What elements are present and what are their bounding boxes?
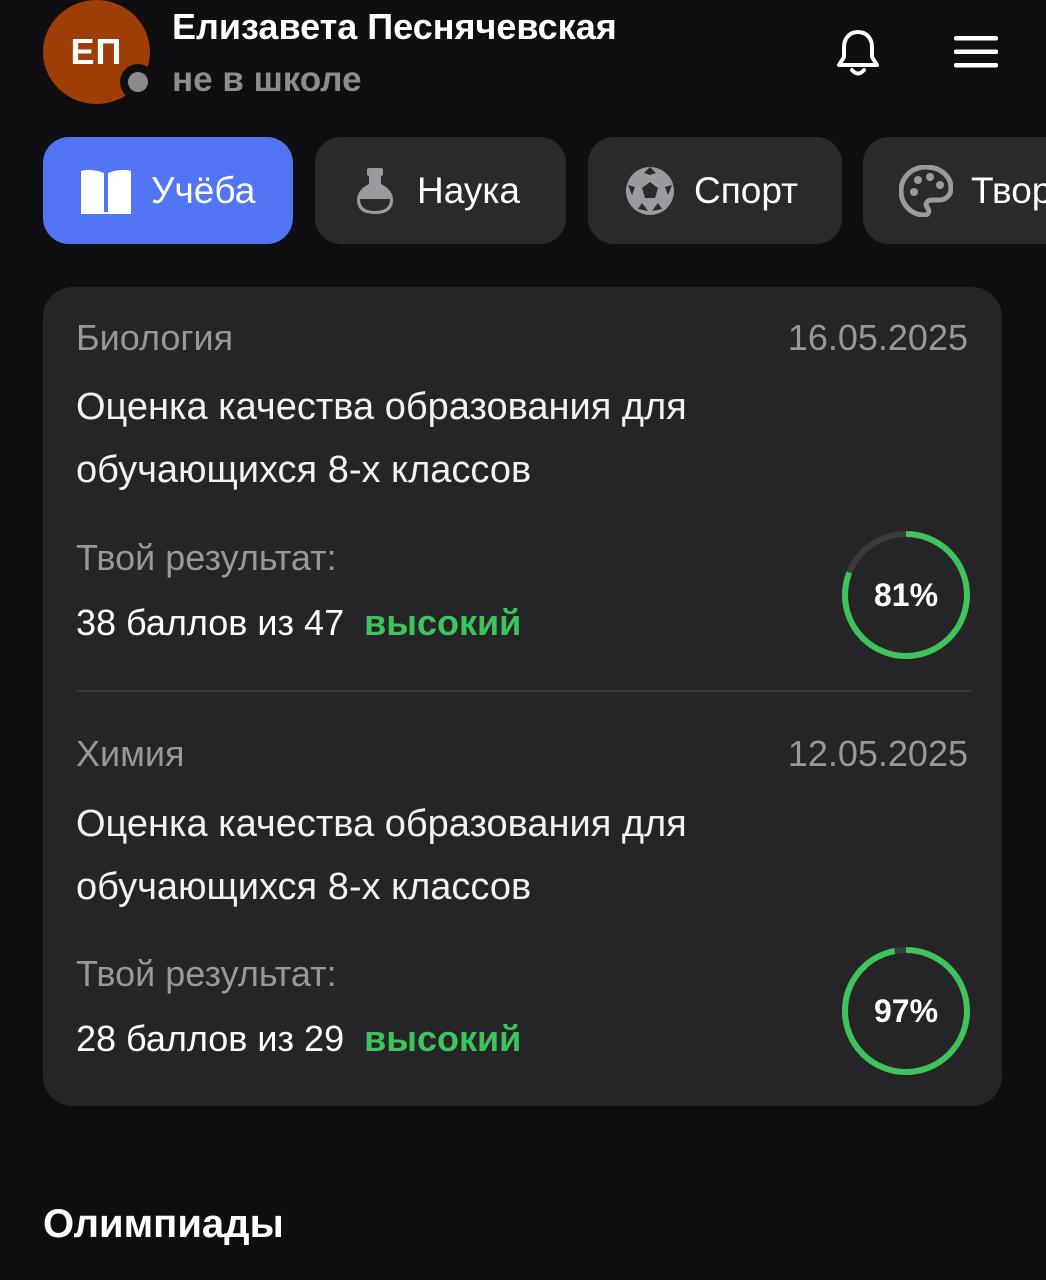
book-icon bbox=[81, 169, 131, 214]
progress-percent: 97% bbox=[873, 992, 939, 1029]
result-label: Твой результат: bbox=[76, 953, 337, 994]
result-label: Твой результат: bbox=[76, 537, 337, 578]
tab-study[interactable]: Учёба bbox=[43, 137, 293, 244]
score-value: 28 баллов из 29 bbox=[76, 1018, 345, 1059]
tab-label: Твор bbox=[971, 169, 1046, 211]
result-title: Оценка качества образования для обучающи… bbox=[76, 803, 687, 908]
subject-name: Химия bbox=[76, 733, 185, 774]
divider bbox=[76, 690, 972, 692]
results-card: Биология 16.05.2025 Оценка качества обра… bbox=[43, 287, 1002, 1106]
section-title-olympiads: Олимпиады bbox=[43, 1202, 284, 1246]
result-date: 12.05.2025 bbox=[787, 733, 968, 774]
bell-icon[interactable] bbox=[834, 26, 882, 78]
score-line: 38 баллов из 47 высокий bbox=[76, 602, 521, 644]
tab-creativity[interactable]: Твор bbox=[863, 137, 1046, 244]
score-value: 38 баллов из 47 bbox=[76, 602, 345, 643]
score-line: 28 баллов из 29 высокий bbox=[76, 1018, 521, 1060]
level-badge: высокий bbox=[364, 1018, 522, 1059]
flask-icon bbox=[357, 167, 393, 214]
soccer-ball-icon bbox=[626, 166, 674, 215]
user-status: не в школе bbox=[172, 60, 362, 99]
tab-sport[interactable]: Спорт bbox=[588, 137, 842, 244]
result-title: Оценка качества образования для обучающи… bbox=[76, 386, 687, 491]
tab-label: Учёба bbox=[151, 169, 256, 211]
progress-percent: 81% bbox=[873, 576, 939, 613]
category-tabs: Учёба Наука Спорт Твор bbox=[43, 137, 1046, 244]
palette-icon bbox=[899, 164, 953, 217]
subject-name: Биология bbox=[76, 317, 234, 358]
tab-science[interactable]: Наука bbox=[315, 137, 566, 244]
profile-header: ЕП Елизавета Песнячевская не в школе bbox=[0, 0, 1046, 120]
avatar-initials: ЕП bbox=[70, 31, 123, 72]
tab-label: Спорт bbox=[694, 169, 799, 211]
tab-label: Наука bbox=[417, 169, 520, 211]
presence-indicator bbox=[120, 64, 156, 100]
user-name: Елизавета Песнячевская bbox=[172, 6, 617, 47]
result-date: 16.05.2025 bbox=[787, 317, 968, 358]
menu-icon[interactable] bbox=[954, 36, 998, 68]
level-badge: высокий bbox=[364, 602, 522, 643]
